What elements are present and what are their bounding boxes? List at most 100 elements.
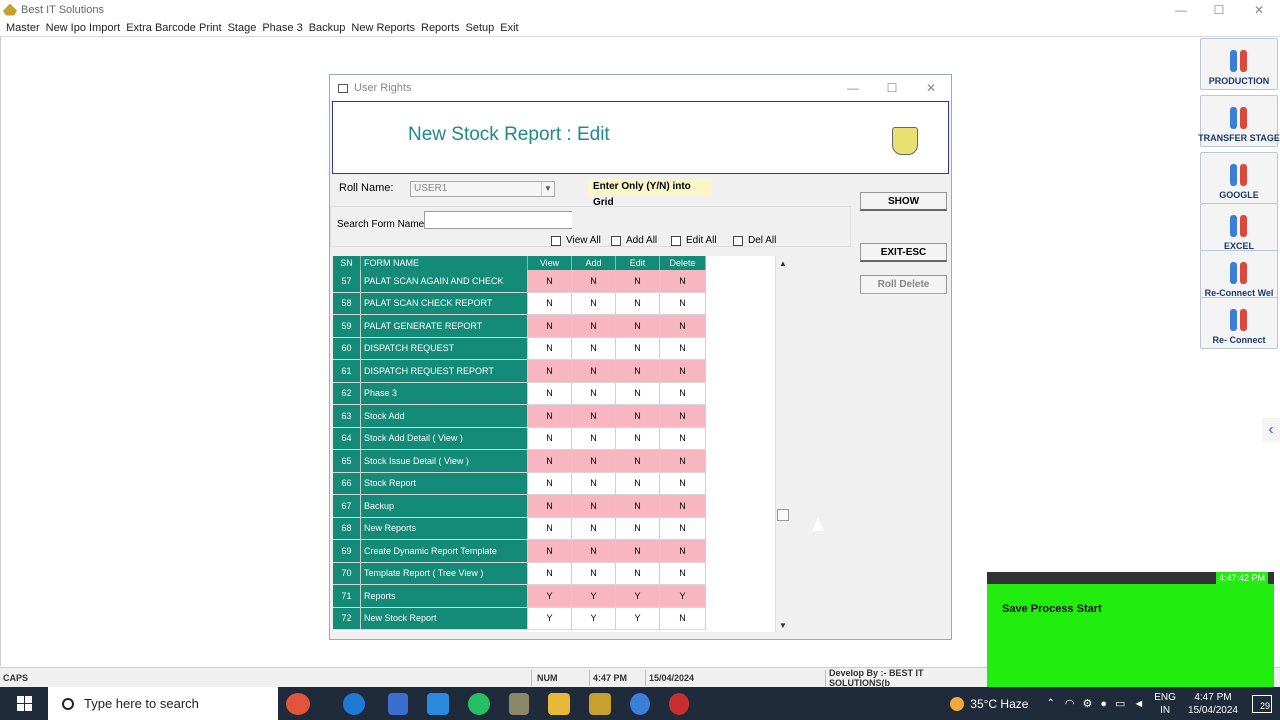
cell-delete[interactable]: N (660, 562, 706, 585)
cell-edit[interactable]: N (616, 360, 660, 383)
cell-delete[interactable]: N (660, 517, 706, 540)
col-edit[interactable]: Edit (616, 256, 660, 270)
cell-delete[interactable]: N (660, 360, 706, 383)
cell-delete[interactable]: N (660, 472, 706, 495)
cell-edit[interactable]: N (616, 472, 660, 495)
taskbar-search[interactable]: Type here to search (48, 687, 278, 720)
store-icon[interactable] (388, 692, 408, 715)
cell-add[interactable]: N (572, 450, 616, 473)
cell-add[interactable]: N (572, 562, 616, 585)
dialog-maximize-button[interactable]: ☐ (874, 75, 910, 101)
language-indicator[interactable]: ENG IN (1154, 691, 1176, 717)
cell-edit[interactable]: N (616, 450, 660, 473)
cell-delete[interactable]: N (660, 382, 706, 405)
minimize-button[interactable]: — (1161, 0, 1201, 19)
google-button[interactable]: GOOGLE (1200, 152, 1278, 204)
cell-view[interactable]: N (528, 472, 572, 495)
transfer-stage-button[interactable]: TRANSFER STAGE (1198, 95, 1280, 147)
menu-exit[interactable]: Exit (500, 22, 518, 34)
whatsapp-icon[interactable] (468, 692, 490, 715)
cell-add[interactable]: N (572, 540, 616, 563)
col-add[interactable]: Add (572, 256, 616, 270)
cell-delete[interactable]: N (660, 427, 706, 450)
menu-backup[interactable]: Backup (309, 22, 346, 34)
cell-view[interactable]: N (528, 315, 572, 338)
cell-delete[interactable]: N (660, 405, 706, 428)
col-sn[interactable]: SN (333, 256, 361, 270)
cell-view[interactable]: N (528, 517, 572, 540)
cell-view[interactable]: N (528, 562, 572, 585)
cell-edit[interactable]: N (616, 382, 660, 405)
excel-button[interactable]: EXCEL (1200, 203, 1278, 255)
cell-view[interactable]: N (528, 270, 572, 293)
cell-add[interactable]: N (572, 292, 616, 315)
cell-edit[interactable]: N (616, 495, 660, 518)
cell-edit[interactable]: N (616, 337, 660, 360)
start-button[interactable] (0, 687, 48, 720)
cell-add[interactable]: Y (572, 607, 616, 630)
battery-icon[interactable]: ▭ (1115, 697, 1125, 710)
roll-delete-button[interactable]: Roll Delete (860, 275, 947, 294)
col-form-name[interactable]: FORM NAME (361, 256, 528, 270)
cell-delete[interactable]: N (660, 270, 706, 293)
cell-edit[interactable]: N (616, 315, 660, 338)
cell-view[interactable]: N (528, 382, 572, 405)
edit-all-checkbox[interactable]: Edit All (671, 235, 717, 246)
vpn-icon[interactable]: ⚙ (1082, 697, 1092, 710)
cell-view[interactable]: N (528, 337, 572, 360)
roll-name-select[interactable]: USER1 ▼ (410, 181, 555, 197)
cell-add[interactable]: N (572, 495, 616, 518)
cortana-icon[interactable] (286, 692, 310, 715)
search-form-input[interactable] (424, 211, 572, 229)
dialog-minimize-button[interactable]: — (835, 75, 871, 101)
tray-chevron-up-icon[interactable]: ⌃ (1046, 698, 1054, 709)
reconnect-button[interactable]: Re- Connect (1200, 297, 1278, 349)
menu-new-ipo-import[interactable]: New Ipo Import (46, 22, 121, 34)
network-icon[interactable]: ◠ (1065, 697, 1075, 710)
mail-icon[interactable] (427, 692, 449, 715)
cell-delete[interactable]: N (660, 495, 706, 518)
tools-app-icon[interactable] (509, 692, 529, 715)
microphone-icon[interactable]: ● (1100, 698, 1107, 710)
cell-delete[interactable]: N (660, 292, 706, 315)
cell-delete[interactable]: Y (660, 585, 706, 608)
taskbar-clock[interactable]: 4:47 PM 15/04/2024 (1188, 691, 1238, 717)
cell-view[interactable]: N (528, 427, 572, 450)
cell-delete[interactable]: N (660, 607, 706, 630)
cell-add[interactable]: Y (572, 585, 616, 608)
notification-center-icon[interactable]: 29 (1252, 694, 1272, 713)
cell-add[interactable]: N (572, 315, 616, 338)
cell-view[interactable]: N (528, 450, 572, 473)
cell-delete[interactable]: N (660, 337, 706, 360)
cell-add[interactable]: N (572, 337, 616, 360)
cell-add[interactable]: N (572, 405, 616, 428)
cell-delete[interactable]: N (660, 450, 706, 473)
best-it-app-icon[interactable] (589, 692, 611, 715)
cell-view[interactable]: N (528, 360, 572, 383)
menu-extra-barcode-print[interactable]: Extra Barcode Print (126, 22, 221, 34)
dialog-close-button[interactable]: ✕ (913, 75, 949, 101)
cell-view[interactable]: N (528, 540, 572, 563)
reconnect-wel-button[interactable]: Re-Connect Wel (1200, 250, 1278, 302)
app-icon-blue[interactable] (630, 692, 650, 715)
cell-edit[interactable]: Y (616, 585, 660, 608)
cell-edit[interactable]: N (616, 427, 660, 450)
menu-phase-3[interactable]: Phase 3 (262, 22, 302, 34)
volume-icon[interactable]: ◄ (1133, 698, 1144, 710)
cell-add[interactable]: N (572, 427, 616, 450)
file-explorer-icon[interactable] (548, 692, 570, 715)
cell-view[interactable]: N (528, 405, 572, 428)
cell-view[interactable]: N (528, 495, 572, 518)
menu-master[interactable]: Master (6, 22, 40, 34)
view-all-checkbox[interactable]: View All (551, 235, 601, 246)
cell-edit[interactable]: N (616, 292, 660, 315)
exit-esc-button[interactable]: EXIT-ESC (860, 243, 947, 262)
cell-view[interactable]: Y (528, 585, 572, 608)
grid-scrollbar[interactable]: ▲ ▼ (775, 256, 790, 632)
cell-add[interactable]: N (572, 517, 616, 540)
cell-add[interactable]: N (572, 270, 616, 293)
cell-add[interactable]: N (572, 472, 616, 495)
cell-edit[interactable]: N (616, 405, 660, 428)
edge-icon[interactable] (343, 692, 365, 715)
close-button[interactable]: ✕ (1239, 0, 1279, 19)
